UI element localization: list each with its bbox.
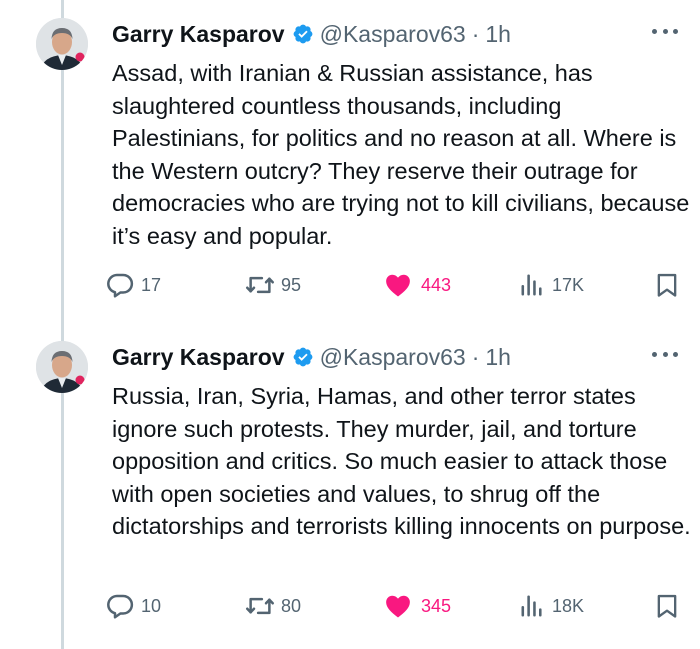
reply-button[interactable]: 17 (105, 268, 161, 302)
repost-icon (245, 591, 275, 621)
views-button[interactable]: 17K (518, 268, 584, 302)
like-button[interactable]: 345 (383, 589, 451, 623)
bookmark-button[interactable] (653, 268, 681, 302)
like-count: 443 (421, 274, 452, 295)
avatar[interactable] (36, 18, 88, 70)
reply-button[interactable]: 10 (105, 589, 161, 623)
reply-icon (105, 270, 135, 300)
tweet-actions: 10 80 345 18K (105, 589, 695, 623)
author-name[interactable]: Garry Kasparov (112, 21, 285, 48)
separator-dot: · (471, 343, 480, 370)
views-icon (518, 592, 546, 620)
reply-count: 17 (141, 274, 162, 295)
tweet-actions: 17 95 443 17K (105, 268, 695, 302)
author-name[interactable]: Garry Kasparov (112, 344, 285, 371)
more-icon[interactable] (652, 24, 678, 38)
verified-icon (292, 346, 314, 368)
tweet-text: Russia, Iran, Syria, Hamas, and other te… (112, 383, 691, 539)
author-handle[interactable]: @Kasparov63 (320, 344, 466, 371)
tweet-header: Garry Kasparov @Kasparov63 · 1h (112, 341, 511, 373)
thread-line (61, 0, 64, 649)
more-icon[interactable] (652, 347, 678, 361)
like-icon (383, 270, 413, 300)
separator-dot: · (471, 20, 480, 47)
repost-icon (245, 270, 275, 300)
views-count: 18K (552, 595, 585, 616)
avatar[interactable] (36, 341, 88, 393)
like-button[interactable]: 443 (383, 268, 451, 302)
tweet-header: Garry Kasparov @Kasparov63 · 1h (112, 18, 511, 50)
tweet-text: Assad, with Iranian & Russian assistance… (112, 60, 690, 249)
repost-count: 80 (281, 595, 302, 616)
repost-button[interactable]: 80 (245, 589, 301, 623)
views-count: 17K (552, 274, 585, 295)
timestamp[interactable]: 1h (485, 344, 511, 371)
verified-icon (292, 23, 314, 45)
like-count: 345 (421, 595, 452, 616)
reply-count: 10 (141, 595, 162, 616)
views-button[interactable]: 18K (518, 589, 584, 623)
like-icon (383, 591, 413, 621)
reply-icon (105, 591, 135, 621)
bookmark-button[interactable] (653, 589, 681, 623)
repost-button[interactable]: 95 (245, 268, 301, 302)
bookmark-icon (653, 271, 681, 299)
timestamp[interactable]: 1h (485, 21, 511, 48)
bookmark-icon (653, 592, 681, 620)
views-icon (518, 271, 546, 299)
author-handle[interactable]: @Kasparov63 (320, 21, 466, 48)
repost-count: 95 (281, 274, 302, 295)
